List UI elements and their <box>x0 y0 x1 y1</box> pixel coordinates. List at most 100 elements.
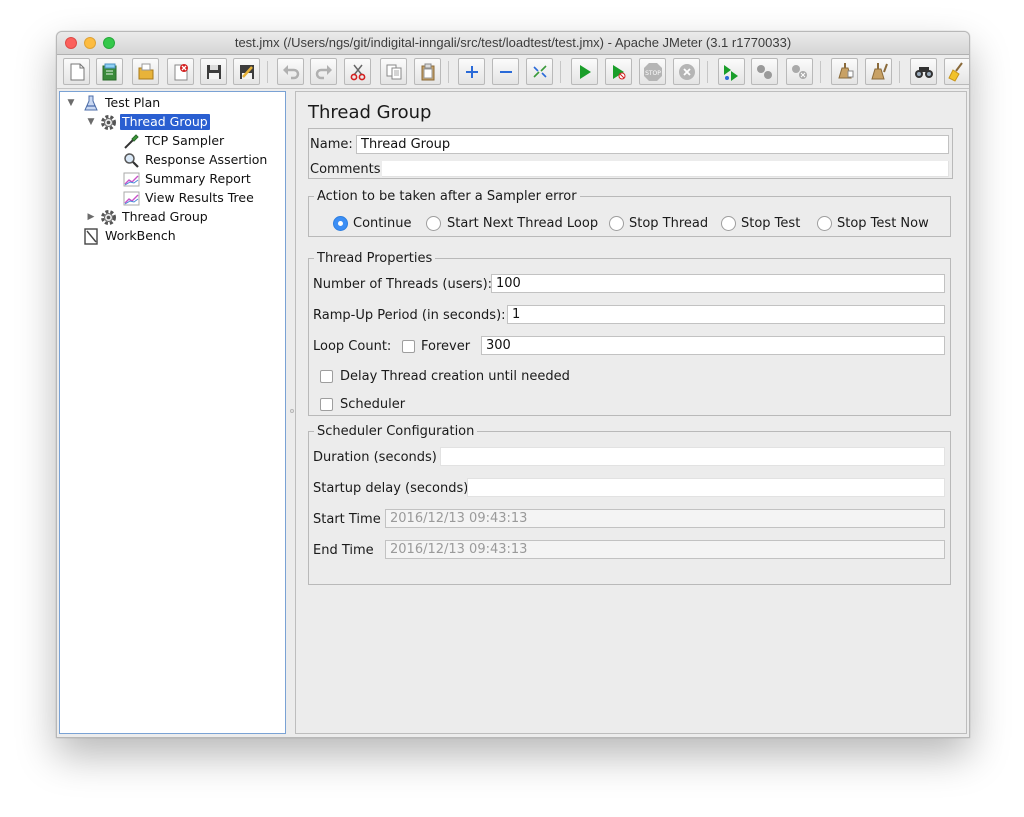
tree-node-response-assertion[interactable]: Response Assertion <box>122 151 269 169</box>
new-button[interactable] <box>63 58 90 85</box>
tree-label: View Results Tree <box>145 190 254 205</box>
scheduler-config-group: Scheduler Configuration Duration (second… <box>308 424 951 585</box>
stop-test-now-label[interactable]: Stop Test Now <box>837 216 929 231</box>
forever-checkbox[interactable] <box>402 340 415 353</box>
duration-field[interactable] <box>440 447 945 466</box>
name-comments-box: Name: Thread Group Comments: <box>308 128 953 179</box>
rampup-label: Ramp-Up Period (in seconds): <box>313 308 506 323</box>
clear-all-button[interactable] <box>865 58 892 85</box>
start-no-pauses-button[interactable] <box>605 58 632 85</box>
window-title: test.jmx (/Users/ngs/git/indigital-innga… <box>234 35 792 50</box>
scheduler-label[interactable]: Scheduler <box>340 397 405 412</box>
forever-label[interactable]: Forever <box>421 339 470 354</box>
copy-button[interactable] <box>380 58 407 85</box>
tree-node-view-results-tree[interactable]: View Results Tree <box>122 189 256 207</box>
comments-label: Comments: <box>310 162 385 177</box>
scheduler-checkbox[interactable] <box>320 398 333 411</box>
loop-count-field[interactable]: 300 <box>481 336 945 355</box>
undo-icon <box>282 64 299 79</box>
tree-node-workbench[interactable]: WorkBench <box>82 227 178 245</box>
toolbar: STOP <box>57 55 969 89</box>
templates-icon <box>102 63 116 80</box>
continue-radio[interactable] <box>333 216 348 231</box>
paste-icon <box>421 63 434 80</box>
start-button[interactable] <box>571 58 598 85</box>
end-time-field[interactable]: 2016/12/13 09:43:13 <box>385 540 945 559</box>
scheduler-config-legend: Scheduler Configuration <box>314 424 478 439</box>
stop-button[interactable]: STOP <box>639 58 666 85</box>
remote-shutdown-all-button[interactable] <box>786 58 813 85</box>
save-button[interactable] <box>200 58 227 85</box>
reset-search-button[interactable] <box>944 58 969 85</box>
open-icon <box>138 63 153 79</box>
collapse-arrow-icon[interactable]: ▼ <box>86 117 96 127</box>
remote-stop-all-button[interactable] <box>751 58 778 85</box>
test-plan-icon <box>82 94 100 112</box>
delay-thread-label[interactable]: Delay Thread creation until needed <box>340 369 570 384</box>
undo-button[interactable] <box>277 58 304 85</box>
open-button[interactable] <box>132 58 159 85</box>
start-next-loop-radio[interactable] <box>426 216 441 231</box>
tree-label: WorkBench <box>105 228 176 243</box>
shutdown-button[interactable] <box>673 58 700 85</box>
toggle-button[interactable] <box>526 58 553 85</box>
collapse-icon <box>499 70 512 73</box>
expand-arrow-icon[interactable]: ▶ <box>86 212 96 222</box>
start-next-loop-label[interactable]: Start Next Thread Loop <box>447 216 598 231</box>
start-time-field[interactable]: 2016/12/13 09:43:13 <box>385 509 945 528</box>
stop-icon: STOP <box>643 62 662 81</box>
tree-label: Response Assertion <box>145 152 268 167</box>
tree-node-tcp-sampler[interactable]: TCP Sampler <box>122 132 226 150</box>
stop-test-label[interactable]: Stop Test <box>741 216 800 231</box>
remote-stop-icon <box>756 64 772 79</box>
templates-button[interactable] <box>96 58 123 85</box>
save-as-button[interactable] <box>233 58 260 85</box>
tree-node-thread-group[interactable]: ▼ Thread Group <box>86 113 210 131</box>
comments-field[interactable] <box>382 161 949 177</box>
threads-label: Number of Threads (users): <box>313 277 493 292</box>
splitter-handle-icon[interactable] <box>290 409 294 413</box>
tree-label: Thread Group <box>120 114 210 130</box>
stop-thread-radio[interactable] <box>609 216 624 231</box>
tree-node-summary-report[interactable]: Summary Report <box>122 170 253 188</box>
stop-thread-label[interactable]: Stop Thread <box>629 216 708 231</box>
cut-button[interactable] <box>344 58 371 85</box>
delay-thread-checkbox[interactable] <box>320 370 333 383</box>
name-field[interactable]: Thread Group <box>356 135 949 154</box>
clear-all-icon <box>870 62 888 79</box>
paste-button[interactable] <box>414 58 441 85</box>
rampup-field[interactable]: 1 <box>507 305 945 324</box>
panel-title: Thread Group <box>308 102 432 123</box>
expand-all-button[interactable] <box>458 58 485 85</box>
continue-label[interactable]: Continue <box>353 216 411 231</box>
tree-node-test-plan[interactable]: ▼ Test Plan <box>66 94 162 112</box>
chart-icon <box>122 189 140 207</box>
collapse-arrow-icon[interactable]: ▼ <box>66 98 76 108</box>
toggle-icon <box>532 64 547 78</box>
stop-test-now-radio[interactable] <box>817 216 832 231</box>
pipette-icon <box>122 132 140 150</box>
thread-properties-group: Thread Properties Number of Threads (use… <box>308 251 951 416</box>
chart-icon <box>122 170 140 188</box>
duration-label: Duration (seconds) <box>313 450 437 465</box>
jmeter-window: test.jmx (/Users/ngs/git/indigital-innga… <box>56 31 970 738</box>
search-button[interactable] <box>910 58 937 85</box>
workbench-icon <box>82 227 100 245</box>
remote-start-all-button[interactable] <box>718 58 745 85</box>
copy-icon <box>386 64 401 79</box>
end-time-label: End Time <box>313 543 374 558</box>
startup-delay-label: Startup delay (seconds) <box>313 481 469 496</box>
tree-node-thread-group-2[interactable]: ▶ Thread Group <box>86 208 210 226</box>
close-file-icon <box>174 63 188 80</box>
stop-test-radio[interactable] <box>721 216 736 231</box>
search-icon <box>914 66 933 78</box>
tree-label: Summary Report <box>145 171 251 186</box>
tree-label: TCP Sampler <box>145 133 225 148</box>
redo-button[interactable] <box>310 58 337 85</box>
startup-delay-field[interactable] <box>467 478 945 497</box>
collapse-all-button[interactable] <box>492 58 519 85</box>
thread-properties-legend: Thread Properties <box>314 251 436 266</box>
clear-button[interactable] <box>831 58 858 85</box>
close-file-button[interactable] <box>167 58 194 85</box>
threads-field[interactable]: 100 <box>491 274 945 293</box>
